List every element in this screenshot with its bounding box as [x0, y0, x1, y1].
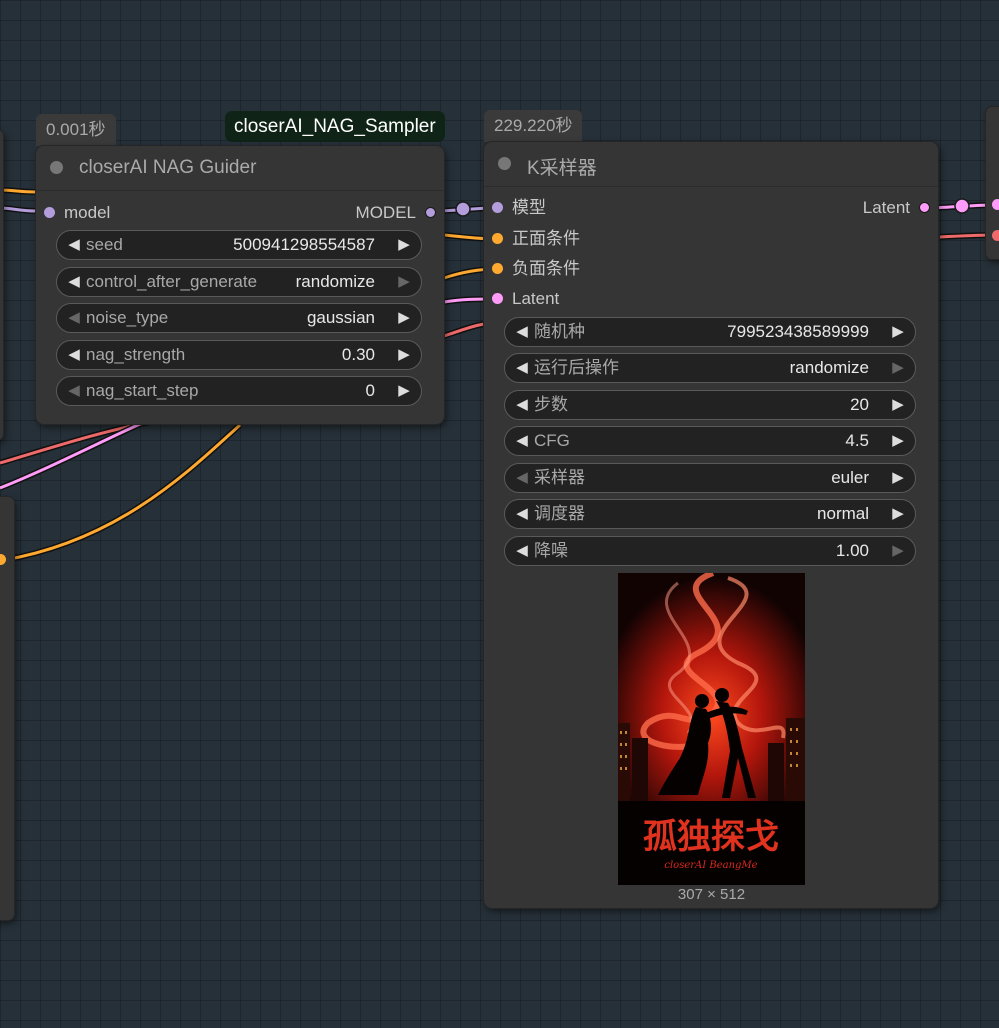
widget-cfg[interactable]: ◀ CFG 4.5 ▶: [504, 426, 916, 456]
collapse-dot-icon[interactable]: [50, 161, 63, 174]
widget-denoise[interactable]: ◀ 降噪 1.00 ▶: [504, 536, 916, 566]
right-node-partial[interactable]: [986, 107, 999, 259]
input-slot-dot[interactable]: [992, 199, 999, 210]
decrement-arrow-icon[interactable]: ◀: [63, 341, 85, 369]
increment-arrow-icon[interactable]: ▶: [887, 464, 909, 492]
widget-steps[interactable]: ◀ 步数 20 ▶: [504, 390, 916, 420]
guider-exec-time: 0.001秒: [36, 114, 116, 146]
increment-arrow-icon[interactable]: ▶: [887, 427, 909, 455]
widget-control-after-generate[interactable]: ◀ control_after_generate randomize ▶: [56, 267, 422, 297]
widget-nag-strength[interactable]: ◀ nag_strength 0.30 ▶: [56, 340, 422, 370]
slot-dot[interactable]: [492, 293, 503, 304]
node-title-bar[interactable]: closerAI NAG Guider: [36, 146, 444, 191]
left-node-partial-bottom[interactable]: [0, 497, 14, 920]
increment-arrow-icon[interactable]: ▶: [887, 354, 909, 382]
widget-control-after-generate[interactable]: ◀ 运行后操作 randomize ▶: [504, 353, 916, 383]
decrement-arrow-icon[interactable]: ◀: [511, 354, 533, 382]
poster-title: 孤独探戈: [643, 817, 779, 857]
slot-dot[interactable]: [492, 202, 503, 213]
widget-noise-type[interactable]: ◀ noise_type gaussian ▶: [56, 303, 422, 333]
poster-illustration: 孤独探戈 closerAI BeangMe: [618, 573, 805, 885]
output-slot-dot[interactable]: [0, 554, 6, 565]
collapse-dot-icon[interactable]: [498, 157, 511, 170]
decrement-arrow-icon[interactable]: ◀: [63, 268, 85, 296]
input-slot-dot[interactable]: [992, 230, 999, 241]
widget-seed[interactable]: ◀ seed 500941298554587 ▶: [56, 230, 422, 260]
increment-arrow-icon[interactable]: ▶: [887, 537, 909, 565]
decrement-arrow-icon[interactable]: ◀: [511, 391, 533, 419]
decrement-arrow-icon[interactable]: ◀: [63, 377, 85, 405]
increment-arrow-icon[interactable]: ▶: [887, 318, 909, 346]
widget-seed[interactable]: ◀ 随机种 799523438589999 ▶: [504, 317, 916, 347]
image-dimensions: 307 × 512: [677, 886, 746, 903]
node-title-bar[interactable]: K采样器: [484, 142, 938, 187]
decrement-arrow-icon[interactable]: ◀: [511, 464, 533, 492]
decrement-arrow-icon[interactable]: ◀: [511, 427, 533, 455]
decrement-arrow-icon[interactable]: ◀: [511, 318, 533, 346]
slot-dot[interactable]: [44, 207, 55, 218]
increment-arrow-icon[interactable]: ▶: [393, 341, 415, 369]
increment-arrow-icon[interactable]: ▶: [887, 500, 909, 528]
increment-arrow-icon[interactable]: ▶: [393, 377, 415, 405]
decrement-arrow-icon[interactable]: ◀: [511, 537, 533, 565]
widget-scheduler[interactable]: ◀ 调度器 normal ▶: [504, 499, 916, 529]
ksampler-exec-time: 229.220秒: [484, 110, 583, 142]
increment-arrow-icon[interactable]: ▶: [887, 391, 909, 419]
node-title: closerAI NAG Guider: [79, 157, 257, 178]
decrement-arrow-icon[interactable]: ◀: [63, 231, 85, 259]
slot-dot[interactable]: [919, 202, 930, 213]
slot-dot[interactable]: [492, 233, 503, 244]
node-title: K采样器: [527, 158, 597, 179]
slot-dot[interactable]: [425, 207, 436, 218]
ksampler-node[interactable]: K采样器 模型 正面条件 负面条件 Latent Latent ◀ 随机种 79…: [484, 142, 938, 908]
left-node-partial-top[interactable]: [0, 130, 3, 440]
widget-sampler[interactable]: ◀ 采样器 euler ▶: [504, 463, 916, 493]
increment-arrow-icon[interactable]: ▶: [393, 268, 415, 296]
decrement-arrow-icon[interactable]: ◀: [63, 304, 85, 332]
poster-subtitle: closerAI BeangMe: [664, 860, 757, 871]
nag-guider-node[interactable]: closerAI NAG Guider model MODEL ◀ seed 5…: [36, 146, 444, 424]
decrement-arrow-icon[interactable]: ◀: [511, 500, 533, 528]
widget-nag-start-step[interactable]: ◀ nag_start_step 0 ▶: [56, 376, 422, 406]
increment-arrow-icon[interactable]: ▶: [393, 231, 415, 259]
increment-arrow-icon[interactable]: ▶: [393, 304, 415, 332]
group-title[interactable]: closerAI_NAG_Sampler: [225, 111, 445, 142]
slot-dot[interactable]: [492, 263, 503, 274]
preview-image[interactable]: 孤独探戈 closerAI BeangMe: [618, 573, 805, 885]
